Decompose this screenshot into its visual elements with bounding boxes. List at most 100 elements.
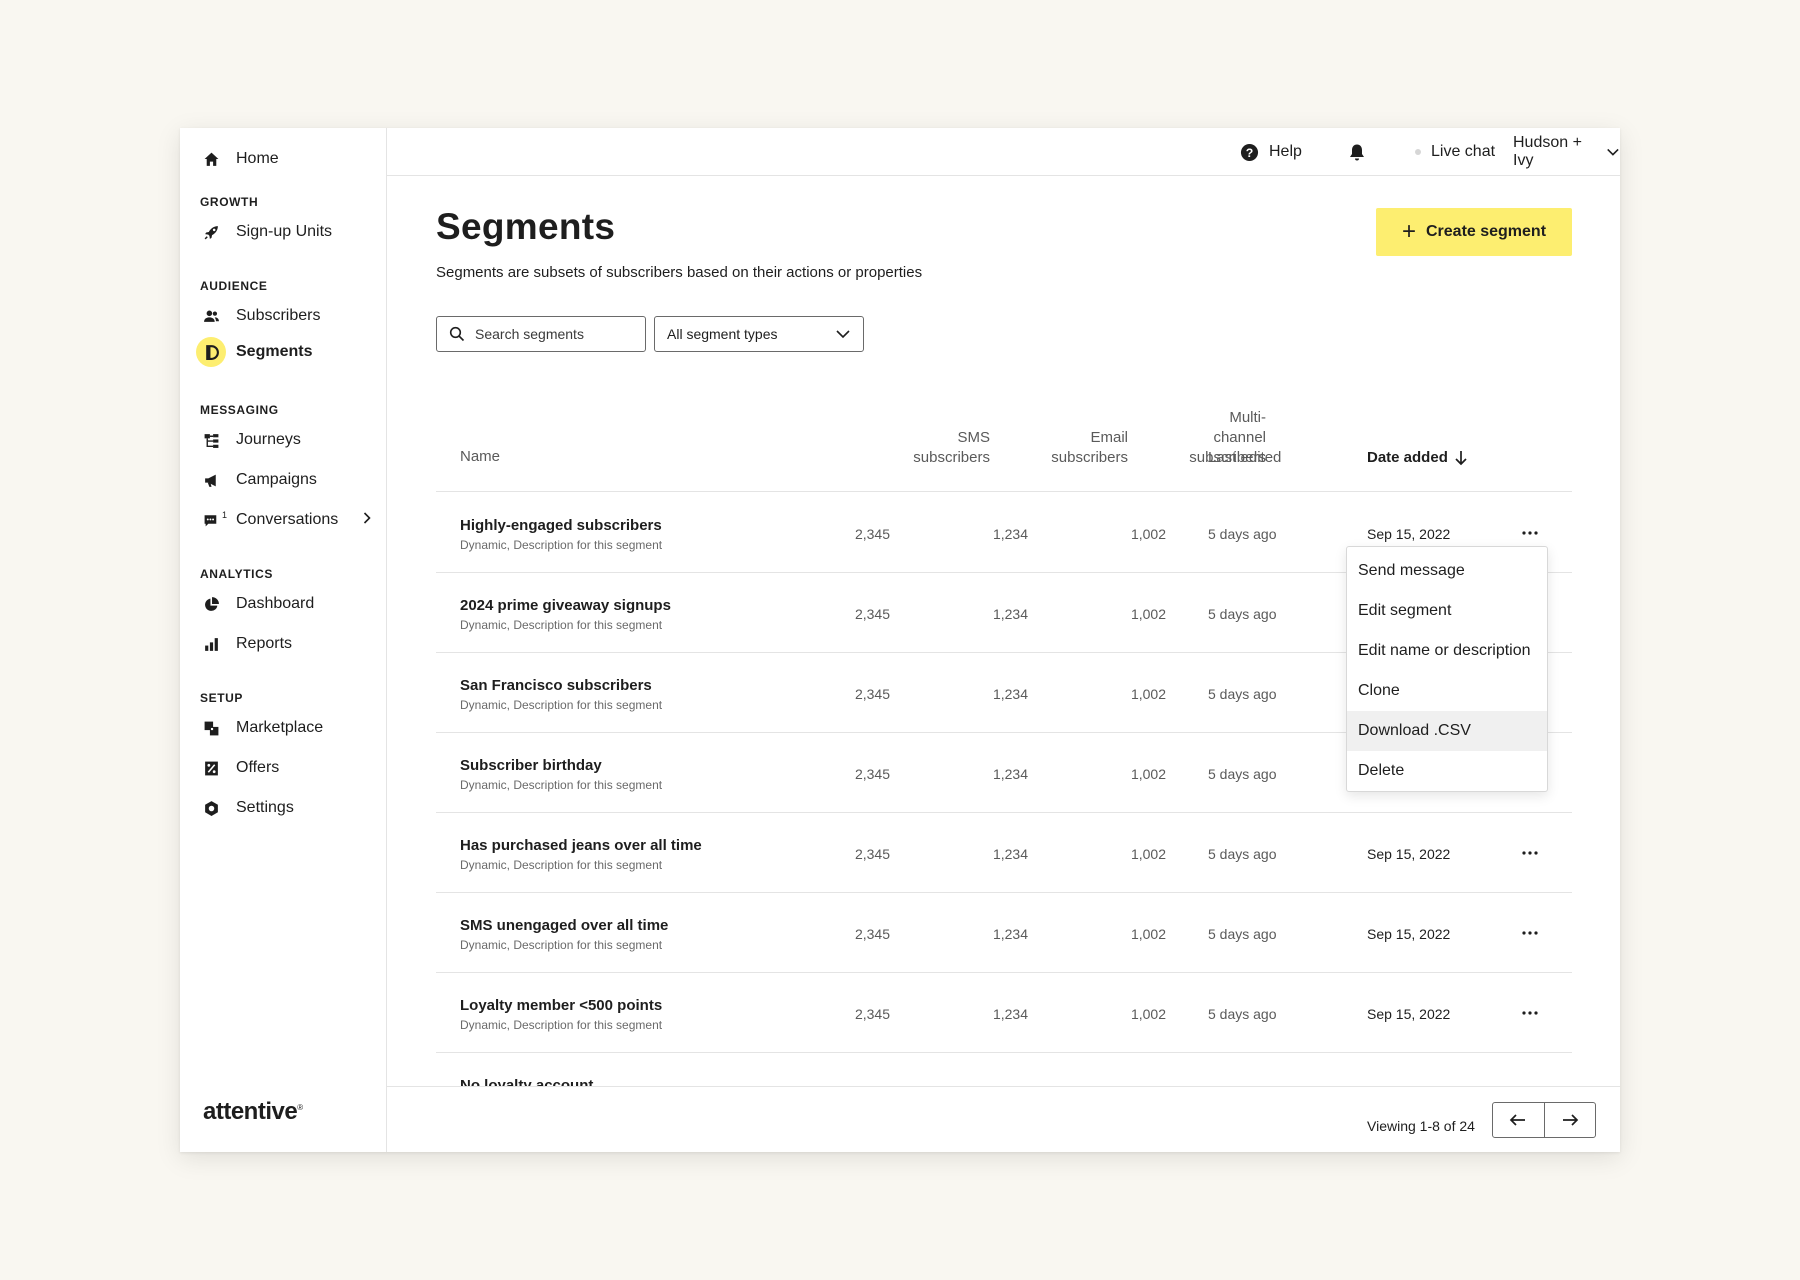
table-row[interactable]: Has purchased jeans over all time Dynamic…: [436, 813, 1572, 893]
more-actions-button[interactable]: [1516, 1001, 1544, 1025]
segment-name[interactable]: Has purchased jeans over all time: [460, 837, 702, 854]
email-count: 1,234: [992, 686, 1028, 702]
segment-description: Dynamic, Description for this segment: [460, 938, 663, 952]
column-header-name[interactable]: Name: [460, 447, 500, 467]
menu-item-clone[interactable]: Clone: [1347, 671, 1547, 711]
multichannel-count: 1,002: [1130, 526, 1166, 542]
column-header-sms[interactable]: SMS subscribers: [880, 428, 990, 468]
multichannel-count: 1,002: [1130, 1006, 1166, 1022]
sidebar-item-label: Marketplace: [236, 719, 324, 736]
sidebar-item-journeys[interactable]: Journeys: [200, 426, 380, 454]
sidebar-item-label: Sign-up Units: [236, 223, 333, 240]
journeys-icon: [200, 429, 222, 451]
notifications-button[interactable]: [1348, 128, 1376, 176]
sidebar-item-label: Subscribers: [236, 307, 321, 324]
table-row[interactable]: Loyalty member <500 points Dynamic, Descr…: [436, 973, 1572, 1053]
table-row[interactable]: SMS unengaged over all time Dynamic, Desc…: [436, 893, 1572, 973]
sidebar-item-settings[interactable]: Settings: [200, 794, 380, 822]
column-header-date-added[interactable]: Date added: [1367, 448, 1468, 468]
email-count: 1,234: [992, 846, 1028, 862]
attentive-logo: attentive®: [203, 1098, 303, 1125]
next-page-button[interactable]: [1545, 1103, 1596, 1137]
segment-description: Dynamic, Description for this segment: [460, 538, 663, 552]
segment-name[interactable]: 2024 prime giveaway signups: [460, 597, 671, 614]
section-growth: GROWTH: [200, 195, 259, 209]
row-actions-menu: Send message Edit segment Edit name or d…: [1346, 546, 1548, 792]
segment-description: Dynamic, Description for this segment: [460, 618, 663, 632]
sidebar-item-campaigns[interactable]: Campaigns: [200, 466, 380, 494]
plus-icon: +: [1401, 218, 1416, 245]
percent-tag-icon: [200, 757, 222, 779]
megaphone-icon: [200, 469, 222, 491]
menu-item-edit-segment[interactable]: Edit segment: [1347, 591, 1547, 631]
segments-icon: [196, 337, 226, 367]
last-edited: 5 days ago: [1208, 1006, 1277, 1022]
sms-count: 2,345: [854, 526, 890, 542]
more-actions-button[interactable]: [1516, 841, 1544, 865]
more-actions-button[interactable]: [1516, 521, 1544, 545]
sidebar-item-label: Settings: [236, 799, 294, 816]
sidebar-item-signup-units[interactable]: Sign-up Units: [200, 218, 380, 246]
live-chat-button[interactable]: Live chat: [1415, 128, 1495, 176]
date-added: Sep 15, 2022: [1367, 846, 1451, 862]
section-analytics: ANALYTICS: [200, 567, 273, 581]
pagination-status: Viewing 1-8 of 24: [1367, 1118, 1475, 1134]
page-subtitle: Segments are subsets of subscribers base…: [436, 264, 923, 281]
sms-count: 2,345: [854, 686, 890, 702]
arrow-left-icon: [1510, 1114, 1526, 1126]
account-menu[interactable]: Hudson + Ivy: [1513, 128, 1620, 176]
more-actions-button[interactable]: [1516, 921, 1544, 945]
sidebar-item-dashboard[interactable]: Dashboard: [200, 590, 380, 618]
segment-name[interactable]: Loyalty member <500 points: [460, 997, 662, 1014]
previous-page-button[interactable]: [1493, 1103, 1545, 1137]
menu-item-send-message[interactable]: Send message: [1347, 551, 1547, 591]
marketplace-icon: [200, 717, 222, 739]
settings-icon: [200, 797, 222, 819]
chevron-right-icon[interactable]: [362, 511, 372, 530]
help-button[interactable]: ? Help: [1240, 128, 1302, 176]
more-horizontal-icon: [1522, 851, 1538, 855]
page-title: Segments: [436, 206, 616, 247]
sms-count: 2,345: [854, 606, 890, 622]
column-header-email[interactable]: Email subscribers: [1018, 428, 1128, 468]
segment-name[interactable]: Subscriber birthday: [460, 757, 602, 774]
section-audience: AUDIENCE: [200, 279, 268, 293]
menu-item-download-csv[interactable]: Download .CSV: [1347, 711, 1547, 751]
last-edited: 5 days ago: [1208, 686, 1277, 702]
help-label: Help: [1269, 143, 1302, 160]
more-horizontal-icon: [1522, 931, 1538, 935]
multichannel-count: 1,002: [1130, 606, 1166, 622]
arrow-down-icon: [1455, 451, 1467, 466]
sidebar-item-home[interactable]: Home: [200, 145, 380, 173]
sms-count: 2,345: [854, 766, 890, 782]
chevron-down-icon: [1607, 148, 1619, 156]
sidebar-item-segments[interactable]: Segments: [196, 337, 380, 367]
pie-chart-icon: [200, 593, 222, 615]
sidebar-item-offers[interactable]: Offers: [200, 754, 380, 782]
chevron-down-icon: [836, 330, 850, 339]
status-dot: [1415, 149, 1421, 155]
search-icon: [449, 326, 465, 342]
sidebar-item-reports[interactable]: Reports: [200, 630, 380, 658]
section-messaging: MESSAGING: [200, 403, 279, 417]
menu-item-delete[interactable]: Delete: [1347, 751, 1547, 791]
sidebar-item-label: Segments: [236, 343, 313, 360]
segment-description: Dynamic, Description for this segment: [460, 778, 663, 792]
create-segment-button[interactable]: + Create segment: [1376, 208, 1572, 256]
segment-name[interactable]: Highly-engaged subscribers: [460, 517, 662, 534]
top-bar: ? Help Live chat Hudson + Ivy: [387, 128, 1620, 176]
segment-name[interactable]: San Francisco subscribers: [460, 677, 652, 694]
more-horizontal-icon: [1522, 531, 1538, 535]
menu-item-edit-name[interactable]: Edit name or description: [1347, 631, 1547, 671]
sidebar-item-marketplace[interactable]: Marketplace: [200, 714, 380, 742]
segment-type-select[interactable]: All segment types: [654, 316, 864, 352]
chat-icon: 1: [200, 509, 227, 531]
bell-icon: [1350, 144, 1364, 160]
date-added: Sep 15, 2022: [1367, 526, 1451, 542]
sidebar-item-subscribers[interactable]: Subscribers: [200, 302, 380, 330]
column-header-last-edited[interactable]: Last edited: [1208, 448, 1281, 468]
segment-name[interactable]: SMS unengaged over all time: [460, 917, 668, 934]
search-input[interactable]: Search segments: [436, 316, 646, 352]
sidebar-item-conversations[interactable]: 1 Conversations: [200, 506, 380, 534]
multichannel-count: 1,002: [1130, 766, 1166, 782]
